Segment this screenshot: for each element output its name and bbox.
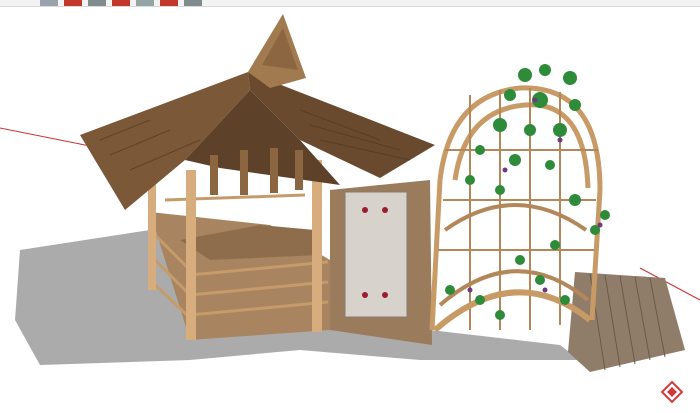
model-canvas[interactable] — [0, 0, 700, 413]
viewport[interactable] — [0, 0, 700, 413]
trellis-arch-3 — [443, 203, 588, 232]
gate-panel — [344, 191, 408, 318]
deck-walkway — [568, 272, 685, 372]
logo-watermark-icon — [660, 380, 684, 404]
